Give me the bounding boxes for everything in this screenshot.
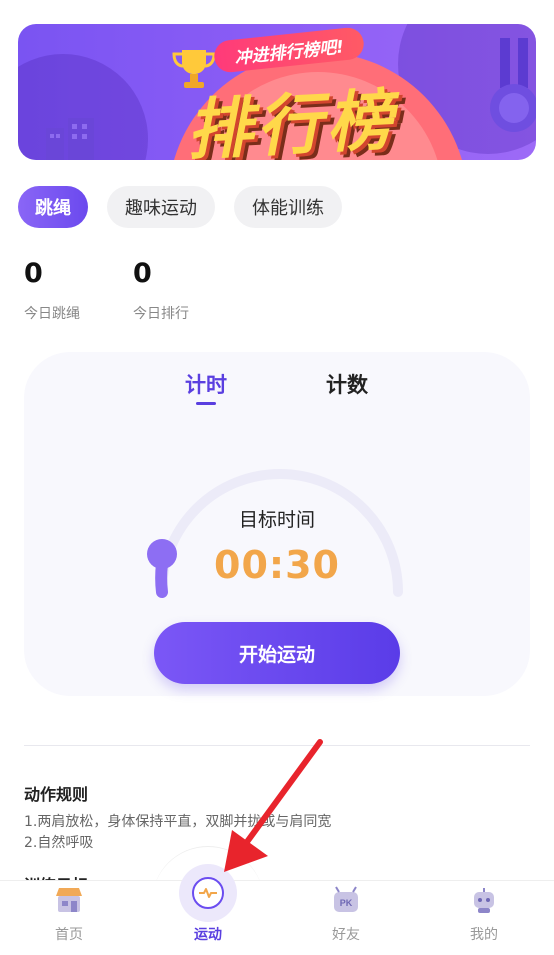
nav-friends-label: 好友 bbox=[332, 927, 360, 943]
category-tab-rope[interactable]: 跳绳 bbox=[18, 186, 88, 228]
buildings-icon bbox=[46, 118, 94, 160]
section-divider bbox=[24, 745, 530, 746]
nav-home-label: 首页 bbox=[55, 927, 83, 943]
start-exercise-button[interactable]: 开始运动 bbox=[154, 622, 400, 684]
today-rank-label: 今日排行 bbox=[133, 306, 189, 322]
category-tab-fun-sports[interactable]: 趣味运动 bbox=[107, 186, 215, 228]
leaderboard-banner[interactable]: 冲进排行榜吧! 排行榜 bbox=[18, 24, 536, 160]
today-rope-count: 0 bbox=[24, 258, 43, 289]
tab-count[interactable]: 计数 bbox=[326, 369, 368, 399]
nav-mine-label: 我的 bbox=[470, 927, 498, 943]
category-tab-fitness[interactable]: 体能训练 bbox=[234, 186, 342, 228]
nav-friends[interactable]: PK 好友 bbox=[306, 884, 386, 944]
target-time-label: 目标时间 bbox=[238, 509, 315, 531]
today-rope-label: 今日跳绳 bbox=[24, 306, 80, 322]
rules-title: 动作规则 bbox=[24, 785, 89, 804]
medal-icon bbox=[490, 38, 536, 132]
nav-sport-label: 运动 bbox=[194, 927, 222, 943]
nav-sport[interactable]: 运动 bbox=[168, 884, 248, 944]
pk-icon: PK bbox=[334, 886, 358, 912]
banner-title: 排行榜 bbox=[184, 81, 399, 160]
svg-text:PK: PK bbox=[340, 898, 353, 908]
today-rank-value: 0 bbox=[133, 258, 152, 289]
store-icon bbox=[56, 888, 82, 912]
nav-mine[interactable]: 我的 bbox=[444, 884, 524, 944]
rule-item: 2.自然呼吸 bbox=[24, 835, 94, 851]
rule-item: 1.两肩放松，身体保持平直，双脚并拢或与肩同宽 bbox=[24, 814, 332, 830]
target-time-value: 00:30 bbox=[214, 543, 340, 587]
tab-timed[interactable]: 计时 bbox=[185, 369, 227, 399]
nav-home[interactable]: 首页 bbox=[29, 884, 109, 944]
tab-timed-indicator bbox=[196, 402, 216, 405]
robot-icon bbox=[474, 888, 494, 913]
